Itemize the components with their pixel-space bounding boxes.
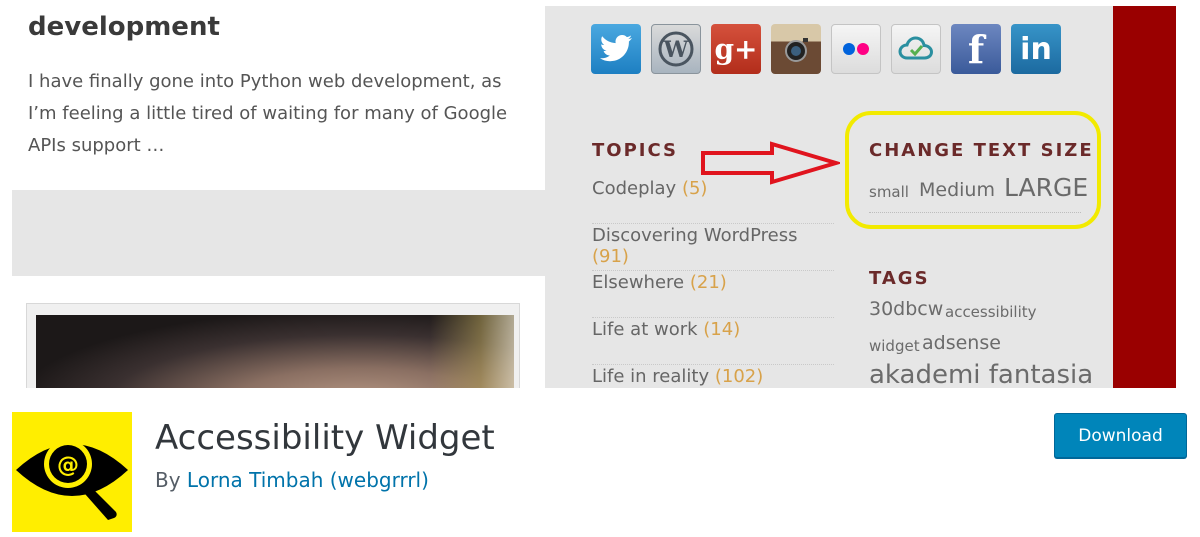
linkedin-icon[interactable]: in: [1011, 24, 1061, 74]
author-prefix: By: [155, 468, 181, 492]
topic-count: (14): [703, 319, 741, 340]
plugin-banner: development I have finally gone into Pyt…: [0, 0, 1200, 388]
topic-label: Codeplay: [592, 178, 677, 199]
tag-accessibility[interactable]: accessibility: [945, 303, 1037, 321]
flickr-icon[interactable]: [831, 24, 881, 74]
post-title: development: [28, 12, 220, 42]
topics-heading: TOPICS: [592, 140, 678, 161]
topic-count: (91): [592, 246, 629, 267]
post-excerpt: I have finally gone into Python web deve…: [28, 71, 508, 156]
facebook-icon[interactable]: f: [951, 24, 1001, 74]
tag-30dbcw[interactable]: 30dbcw: [869, 298, 943, 320]
plugin-icon: @: [12, 412, 132, 532]
svg-text:W: W: [663, 37, 689, 63]
plugin-name: Accessibility Widget: [155, 418, 495, 458]
topic-item-discovering-wordpress[interactable]: Discovering WordPress (91): [592, 225, 834, 271]
cloud-icon[interactable]: [891, 24, 941, 74]
topic-item-life-in-reality[interactable]: Life in reality (102): [592, 366, 834, 388]
topic-item-elsewhere[interactable]: Elsewhere (21): [592, 272, 834, 318]
topic-label: Life at work: [592, 319, 698, 340]
download-button[interactable]: Download: [1054, 413, 1187, 458]
tag-akademi-fantasia[interactable]: akademi fantasia: [869, 360, 1093, 388]
tag-widget[interactable]: widget: [869, 337, 920, 355]
topic-item-life-at-work[interactable]: Life at work (14): [592, 319, 834, 365]
topic-count: (102): [714, 366, 764, 387]
author-link[interactable]: Lorna Timbah (webgrrrl): [187, 468, 429, 492]
twitter-icon[interactable]: [591, 24, 641, 74]
eye-magnifier-icon: @: [16, 440, 128, 520]
topic-label: Elsewhere: [592, 272, 685, 293]
topic-count: (21): [689, 272, 727, 293]
wordpress-icon[interactable]: W: [651, 24, 701, 74]
tags-heading: TAGS: [869, 268, 930, 289]
photo-background-light: [430, 315, 514, 388]
tag-adsense[interactable]: adsense: [922, 332, 1001, 354]
post-card: development I have finally gone into Pyt…: [0, 0, 545, 190]
pointer-arrow-icon: [701, 141, 840, 185]
instagram-icon[interactable]: [771, 24, 821, 74]
topic-label: Discovering WordPress: [592, 225, 798, 246]
topic-label: Life in reality: [592, 366, 710, 387]
plugin-author: By Lorna Timbah (webgrrrl): [155, 468, 429, 492]
sidebar-accent-strip: [1113, 6, 1176, 388]
google-plus-icon[interactable]: g+: [711, 24, 761, 74]
svg-text:@: @: [57, 453, 79, 478]
highlight-circle: [845, 111, 1101, 229]
